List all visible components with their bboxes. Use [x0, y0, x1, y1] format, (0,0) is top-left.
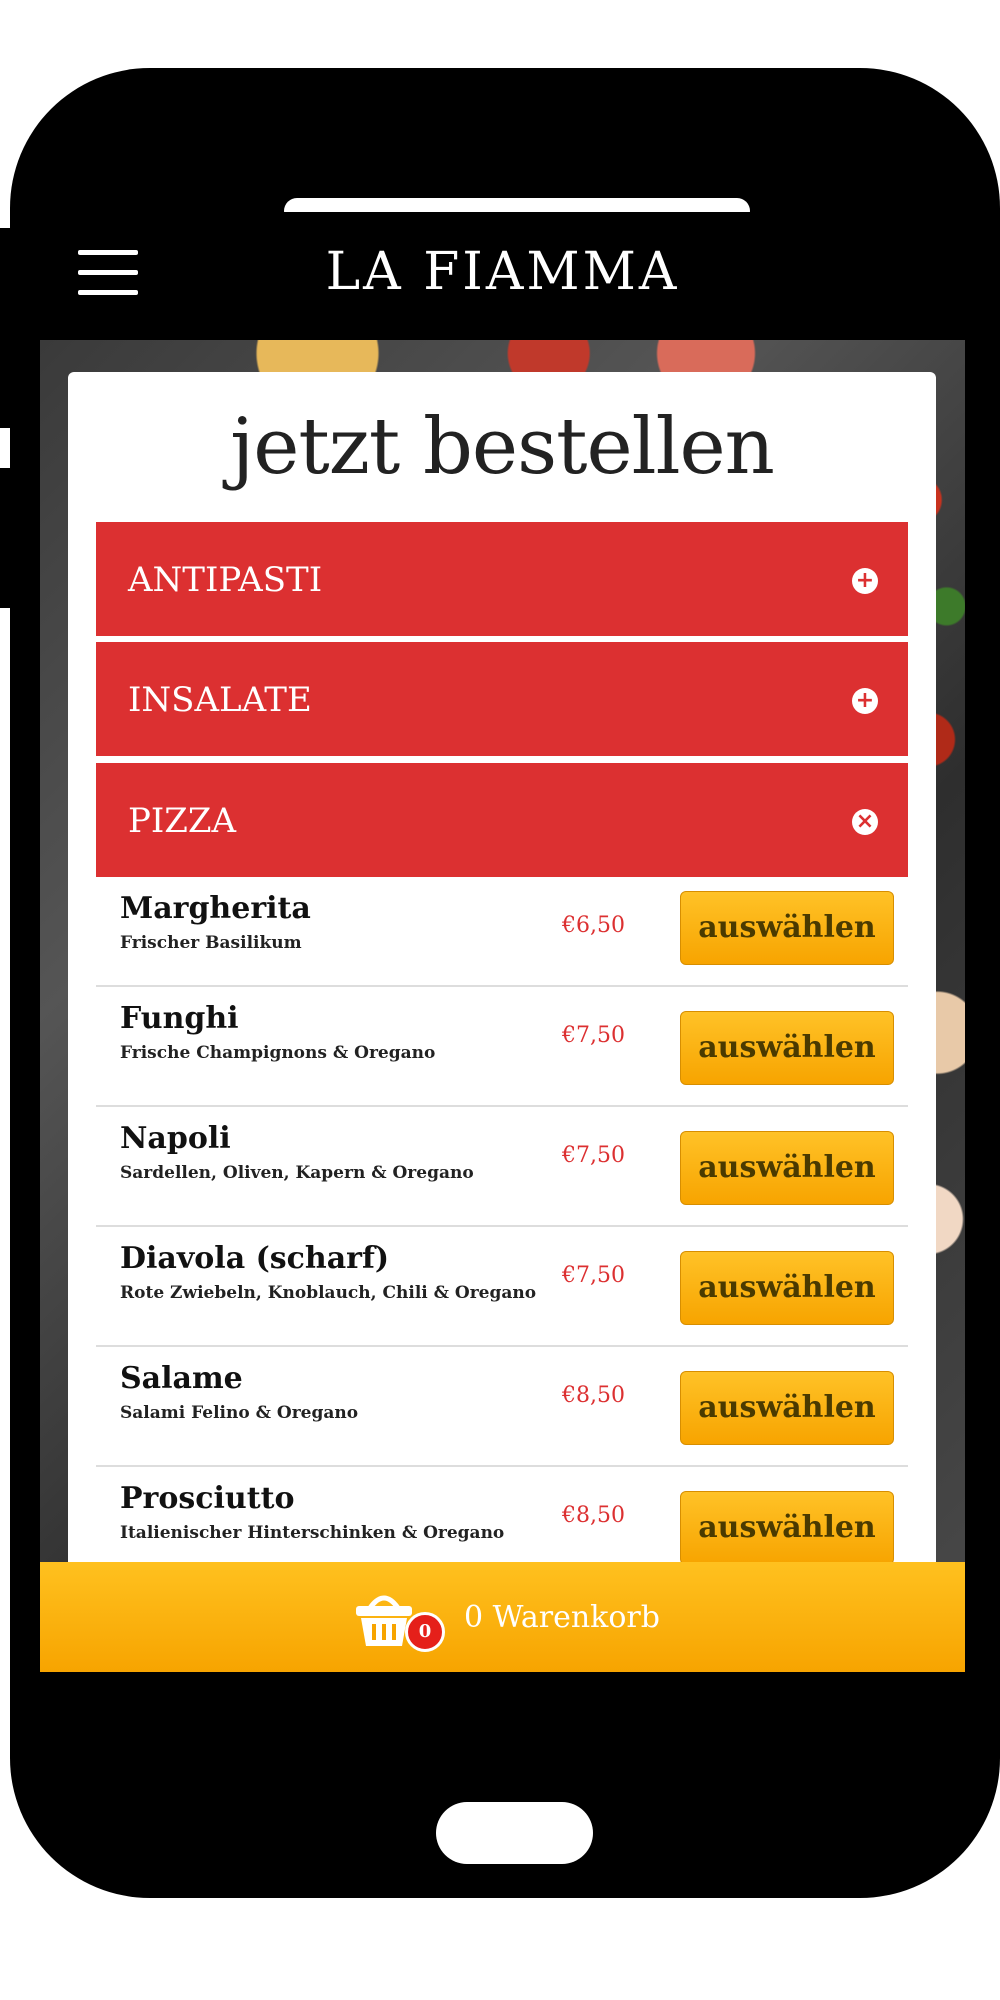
menu-item: Napoli Sardellen, Oliven, Kapern & Orega…: [96, 1107, 908, 1227]
item-description: Frische Champignons & Oregano: [120, 1043, 436, 1063]
app-header: LA FIAMMA: [40, 212, 965, 340]
item-description: Salami Felino & Oregano: [120, 1403, 359, 1423]
item-price: €7,50: [562, 1023, 625, 1048]
menu-item: Diavola (scharf) Rote Zwiebeln, Knoblauc…: [96, 1227, 908, 1347]
plus-circle-icon: +: [852, 568, 878, 594]
page-title: jetzt bestellen: [230, 402, 775, 492]
cart-label: 0 Warenkorb: [464, 1600, 660, 1635]
item-name: Prosciutto: [120, 1481, 295, 1516]
item-description: Rote Zwiebeln, Knoblauch, Chili & Oregan…: [120, 1283, 537, 1303]
select-button[interactable]: auswählen: [680, 1371, 894, 1445]
item-price: €8,50: [562, 1383, 625, 1408]
item-price: €7,50: [562, 1143, 625, 1168]
select-button[interactable]: auswählen: [680, 1131, 894, 1205]
item-name: Salame: [120, 1361, 243, 1396]
cart-count-badge: 0: [405, 1612, 445, 1652]
app-screen: LA FIAMMA jetzt bestellen ANTIPASTI + IN…: [40, 212, 965, 1672]
menu-item: Funghi Frische Champignons & Oregano €7,…: [96, 987, 908, 1107]
close-circle-icon: ×: [852, 809, 878, 835]
category-label: INSALATE: [128, 680, 312, 720]
category-label: PIZZA: [128, 801, 237, 841]
menu-item: Margherita Frischer Basilikum €6,50 ausw…: [96, 877, 908, 987]
item-name: Napoli: [120, 1121, 231, 1156]
item-description: Italienischer Hinterschinken & Oregano: [120, 1523, 505, 1543]
category-label: ANTIPASTI: [128, 560, 323, 600]
item-description: Frischer Basilikum: [120, 933, 302, 953]
select-button[interactable]: auswählen: [680, 1251, 894, 1325]
item-name: Diavola (scharf): [120, 1241, 390, 1276]
item-description: Sardellen, Oliven, Kapern & Oregano: [120, 1163, 474, 1183]
select-button[interactable]: auswählen: [680, 891, 894, 965]
select-button[interactable]: auswählen: [680, 1491, 894, 1565]
select-button[interactable]: auswählen: [680, 1011, 894, 1085]
order-panel: jetzt bestellen ANTIPASTI + INSALATE + P…: [68, 372, 936, 1672]
item-name: Margherita: [120, 891, 311, 926]
item-name: Funghi: [120, 1001, 239, 1036]
item-price: €8,50: [562, 1503, 625, 1528]
cart-bar[interactable]: 0 0 Warenkorb: [40, 1562, 965, 1672]
item-price: €6,50: [562, 913, 625, 938]
category-antipasti[interactable]: ANTIPASTI +: [96, 522, 908, 636]
phone-home-button[interactable]: [436, 1802, 593, 1864]
item-price: €7,50: [562, 1263, 625, 1288]
category-pizza[interactable]: PIZZA ×: [96, 763, 908, 877]
menu-item: Salame Salami Felino & Oregano €8,50 aus…: [96, 1347, 908, 1467]
category-insalate[interactable]: INSALATE +: [96, 642, 908, 756]
plus-circle-icon: +: [852, 688, 878, 714]
brand-title: LA FIAMMA: [325, 242, 680, 302]
